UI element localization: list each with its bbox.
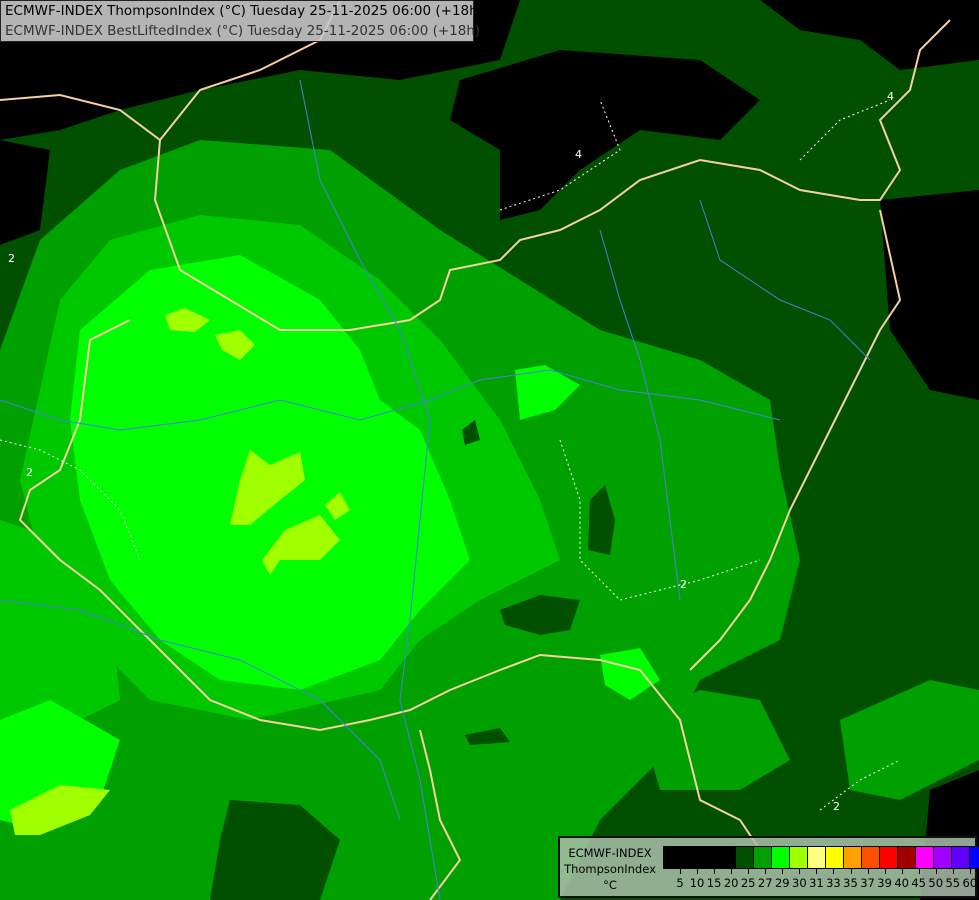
- contour-label: 2: [833, 800, 840, 813]
- legend-tick: [867, 868, 869, 874]
- legend-tick-label: 5: [676, 876, 684, 890]
- title-best-lifted-index: ECMWF-INDEX BestLiftedIndex (°C) Tuesday…: [5, 23, 481, 39]
- legend-tick: [901, 868, 903, 874]
- legend-tick: [816, 868, 818, 874]
- legend-swatch: [826, 847, 844, 868]
- legend-swatch: [952, 847, 970, 868]
- weather-map: 2 2 2 4 4 2: [0, 0, 979, 900]
- title-thompson-index: ECMWF-INDEX ThompsonIndex (°C) Tuesday 2…: [5, 3, 483, 19]
- legend-tick-label: 30: [792, 876, 807, 890]
- legend-tick: [850, 868, 852, 874]
- legend-tick: [799, 868, 801, 874]
- legend-swatch: [898, 847, 916, 868]
- legend-swatch: [808, 847, 826, 868]
- legend-tick: [782, 868, 784, 874]
- legend-model: ECMWF-INDEX: [568, 846, 652, 860]
- legend-tick-label: 40: [894, 876, 909, 890]
- legend-tick-label: 20: [723, 876, 739, 890]
- legend-ticks: 5 10 15 20 25 27 29 30 31 33 35 37 39 40 45 50 55 60: [663, 868, 979, 898]
- legend-tick-label: 37: [860, 876, 875, 890]
- legend-tick-label: 31: [809, 876, 824, 890]
- legend-swatch: [736, 847, 754, 868]
- legend-swatch: [862, 847, 880, 868]
- contour-label: 4: [575, 148, 582, 161]
- legend-tick-label: 39: [877, 876, 892, 890]
- legend-tick-label: 35: [843, 876, 858, 890]
- legend-tick: [748, 868, 750, 874]
- map-title-box: ECMWF-INDEX ThompsonIndex (°C) Tuesday 2…: [0, 0, 483, 42]
- contour-label: 2: [680, 578, 687, 591]
- legend-tick-label: 50: [928, 876, 944, 890]
- legend-tick-label: 27: [757, 876, 773, 890]
- legend-swatch: [682, 847, 700, 868]
- legend-tick: [731, 868, 733, 874]
- legend-tick: [969, 868, 971, 874]
- legend-tick: [935, 868, 937, 874]
- legend-tick: [952, 868, 954, 874]
- contour-label: 2: [26, 466, 33, 479]
- legend-tick: [697, 868, 699, 874]
- legend-swatches: [663, 846, 979, 869]
- legend-tick-label: 60: [962, 876, 978, 890]
- legend-tick-label: 33: [826, 876, 841, 890]
- legend-tick: [884, 868, 886, 874]
- legend-tick-label: 55: [945, 876, 961, 890]
- legend-swatch: [880, 847, 898, 868]
- contour-label: 4: [887, 90, 894, 103]
- legend-swatch: [664, 847, 682, 868]
- legend-parameter: ThompsonIndex: [564, 862, 656, 876]
- legend-tick-label: 29: [774, 876, 790, 890]
- legend-tick-label: 25: [740, 876, 756, 890]
- legend-swatch: [790, 847, 808, 868]
- legend-swatch: [916, 847, 934, 868]
- legend-tick: [833, 868, 835, 874]
- legend-swatch: [970, 847, 979, 868]
- legend-swatch: [754, 847, 772, 868]
- legend-tick-label: 15: [706, 876, 722, 890]
- contour-label: 2: [8, 252, 15, 265]
- legend-swatch: [718, 847, 736, 868]
- color-legend: ECMWF-INDEX ThompsonIndex °C 5 10 15 20 25 27…: [558, 836, 979, 898]
- legend-swatch: [934, 847, 952, 868]
- legend-tick: [714, 868, 716, 874]
- legend-tick: [680, 868, 681, 874]
- legend-swatch: [844, 847, 862, 868]
- legend-tick: [765, 868, 767, 874]
- legend-tick-label: 45: [911, 876, 927, 890]
- legend-unit: °C: [603, 878, 617, 892]
- legend-swatch: [700, 847, 718, 868]
- legend-tick: [918, 868, 920, 874]
- legend-swatch: [772, 847, 790, 868]
- legend-tick-label: 10: [689, 876, 705, 890]
